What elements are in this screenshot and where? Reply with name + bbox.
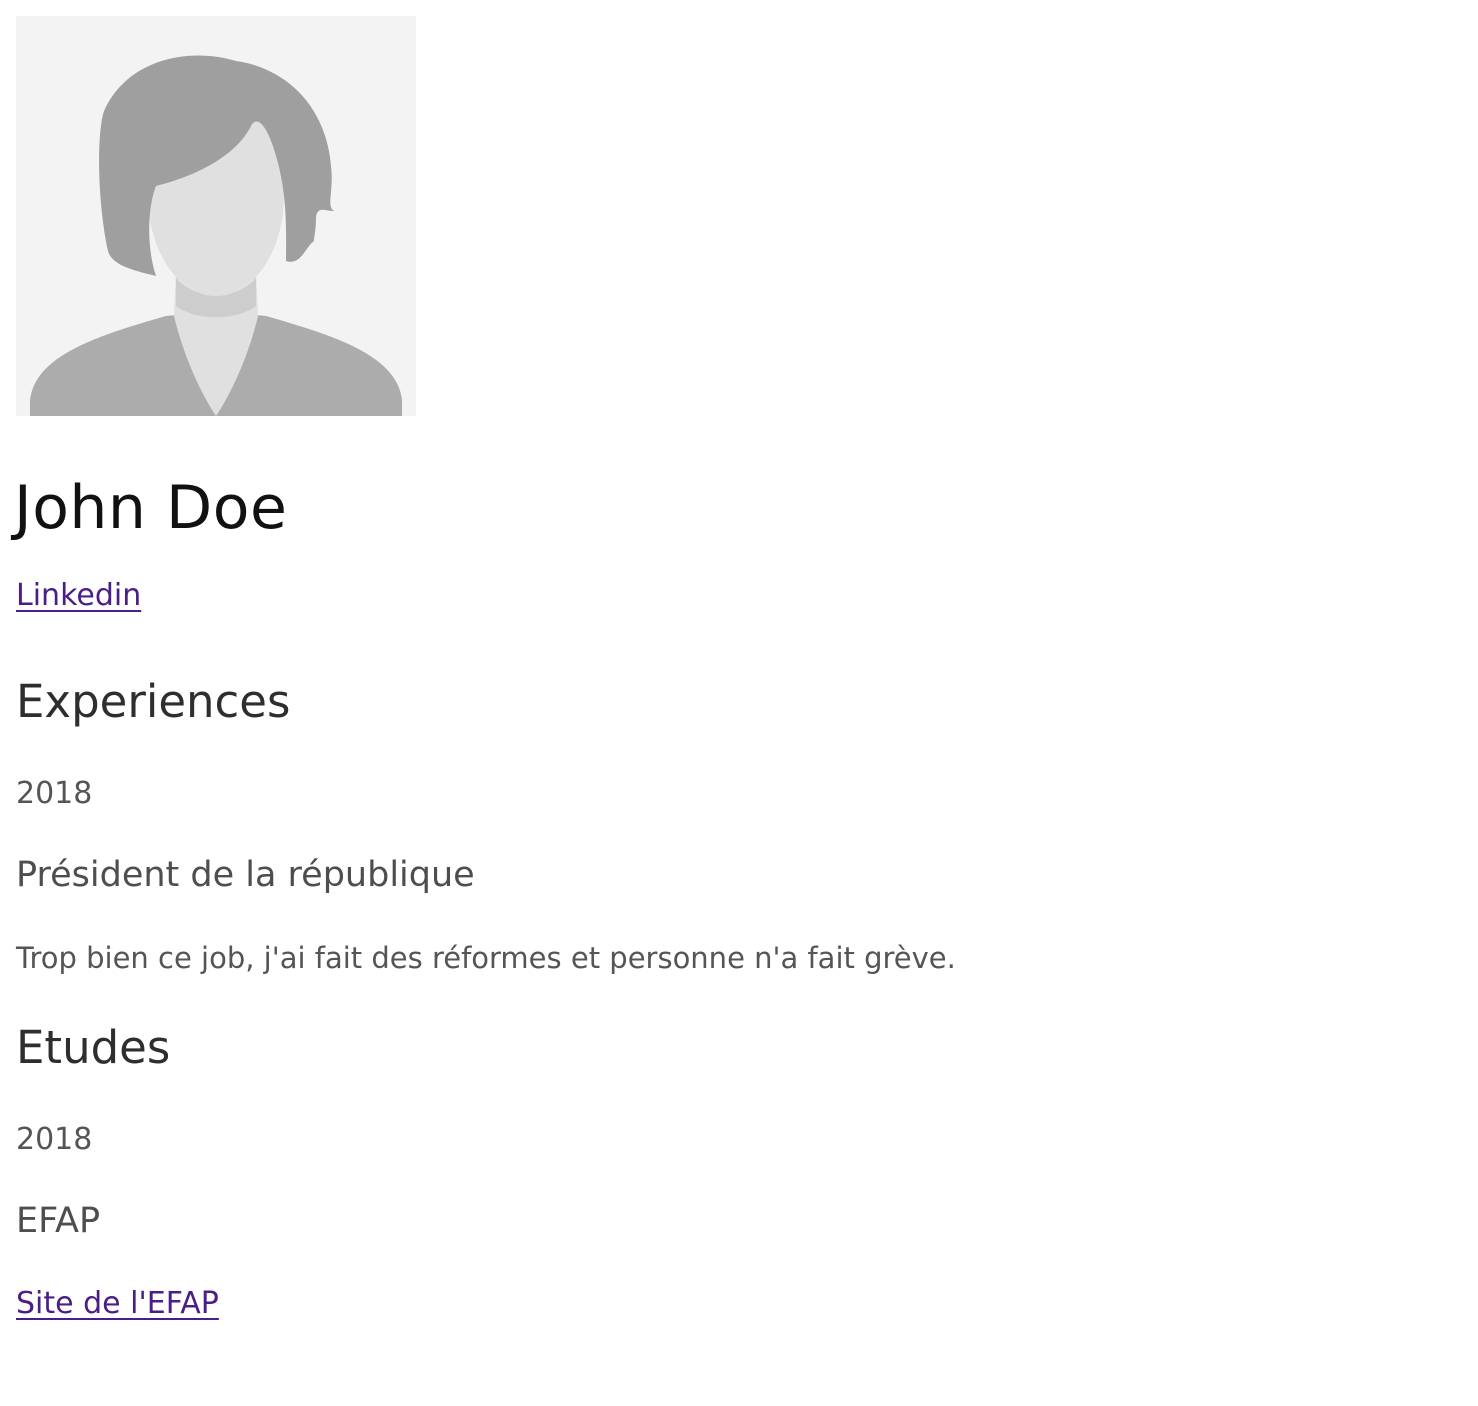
profile-name: John Doe [14,473,288,543]
school-site-link[interactable]: Site de l'EFAP [16,1284,219,1324]
experience-role: Président de la république [16,855,475,895]
study-year: 2018 [16,1122,93,1157]
experiences-heading: Experiences [16,675,291,728]
studies-heading: Etudes [16,1021,171,1074]
experience-description: Trop bien ce job, j'ai fait des réformes… [16,941,956,975]
profile-avatar [16,16,416,416]
linkedin-link[interactable]: Linkedin [16,576,141,616]
avatar-placeholder-icon [16,16,416,416]
study-school: EFAP [16,1201,101,1241]
experience-year: 2018 [16,776,93,811]
